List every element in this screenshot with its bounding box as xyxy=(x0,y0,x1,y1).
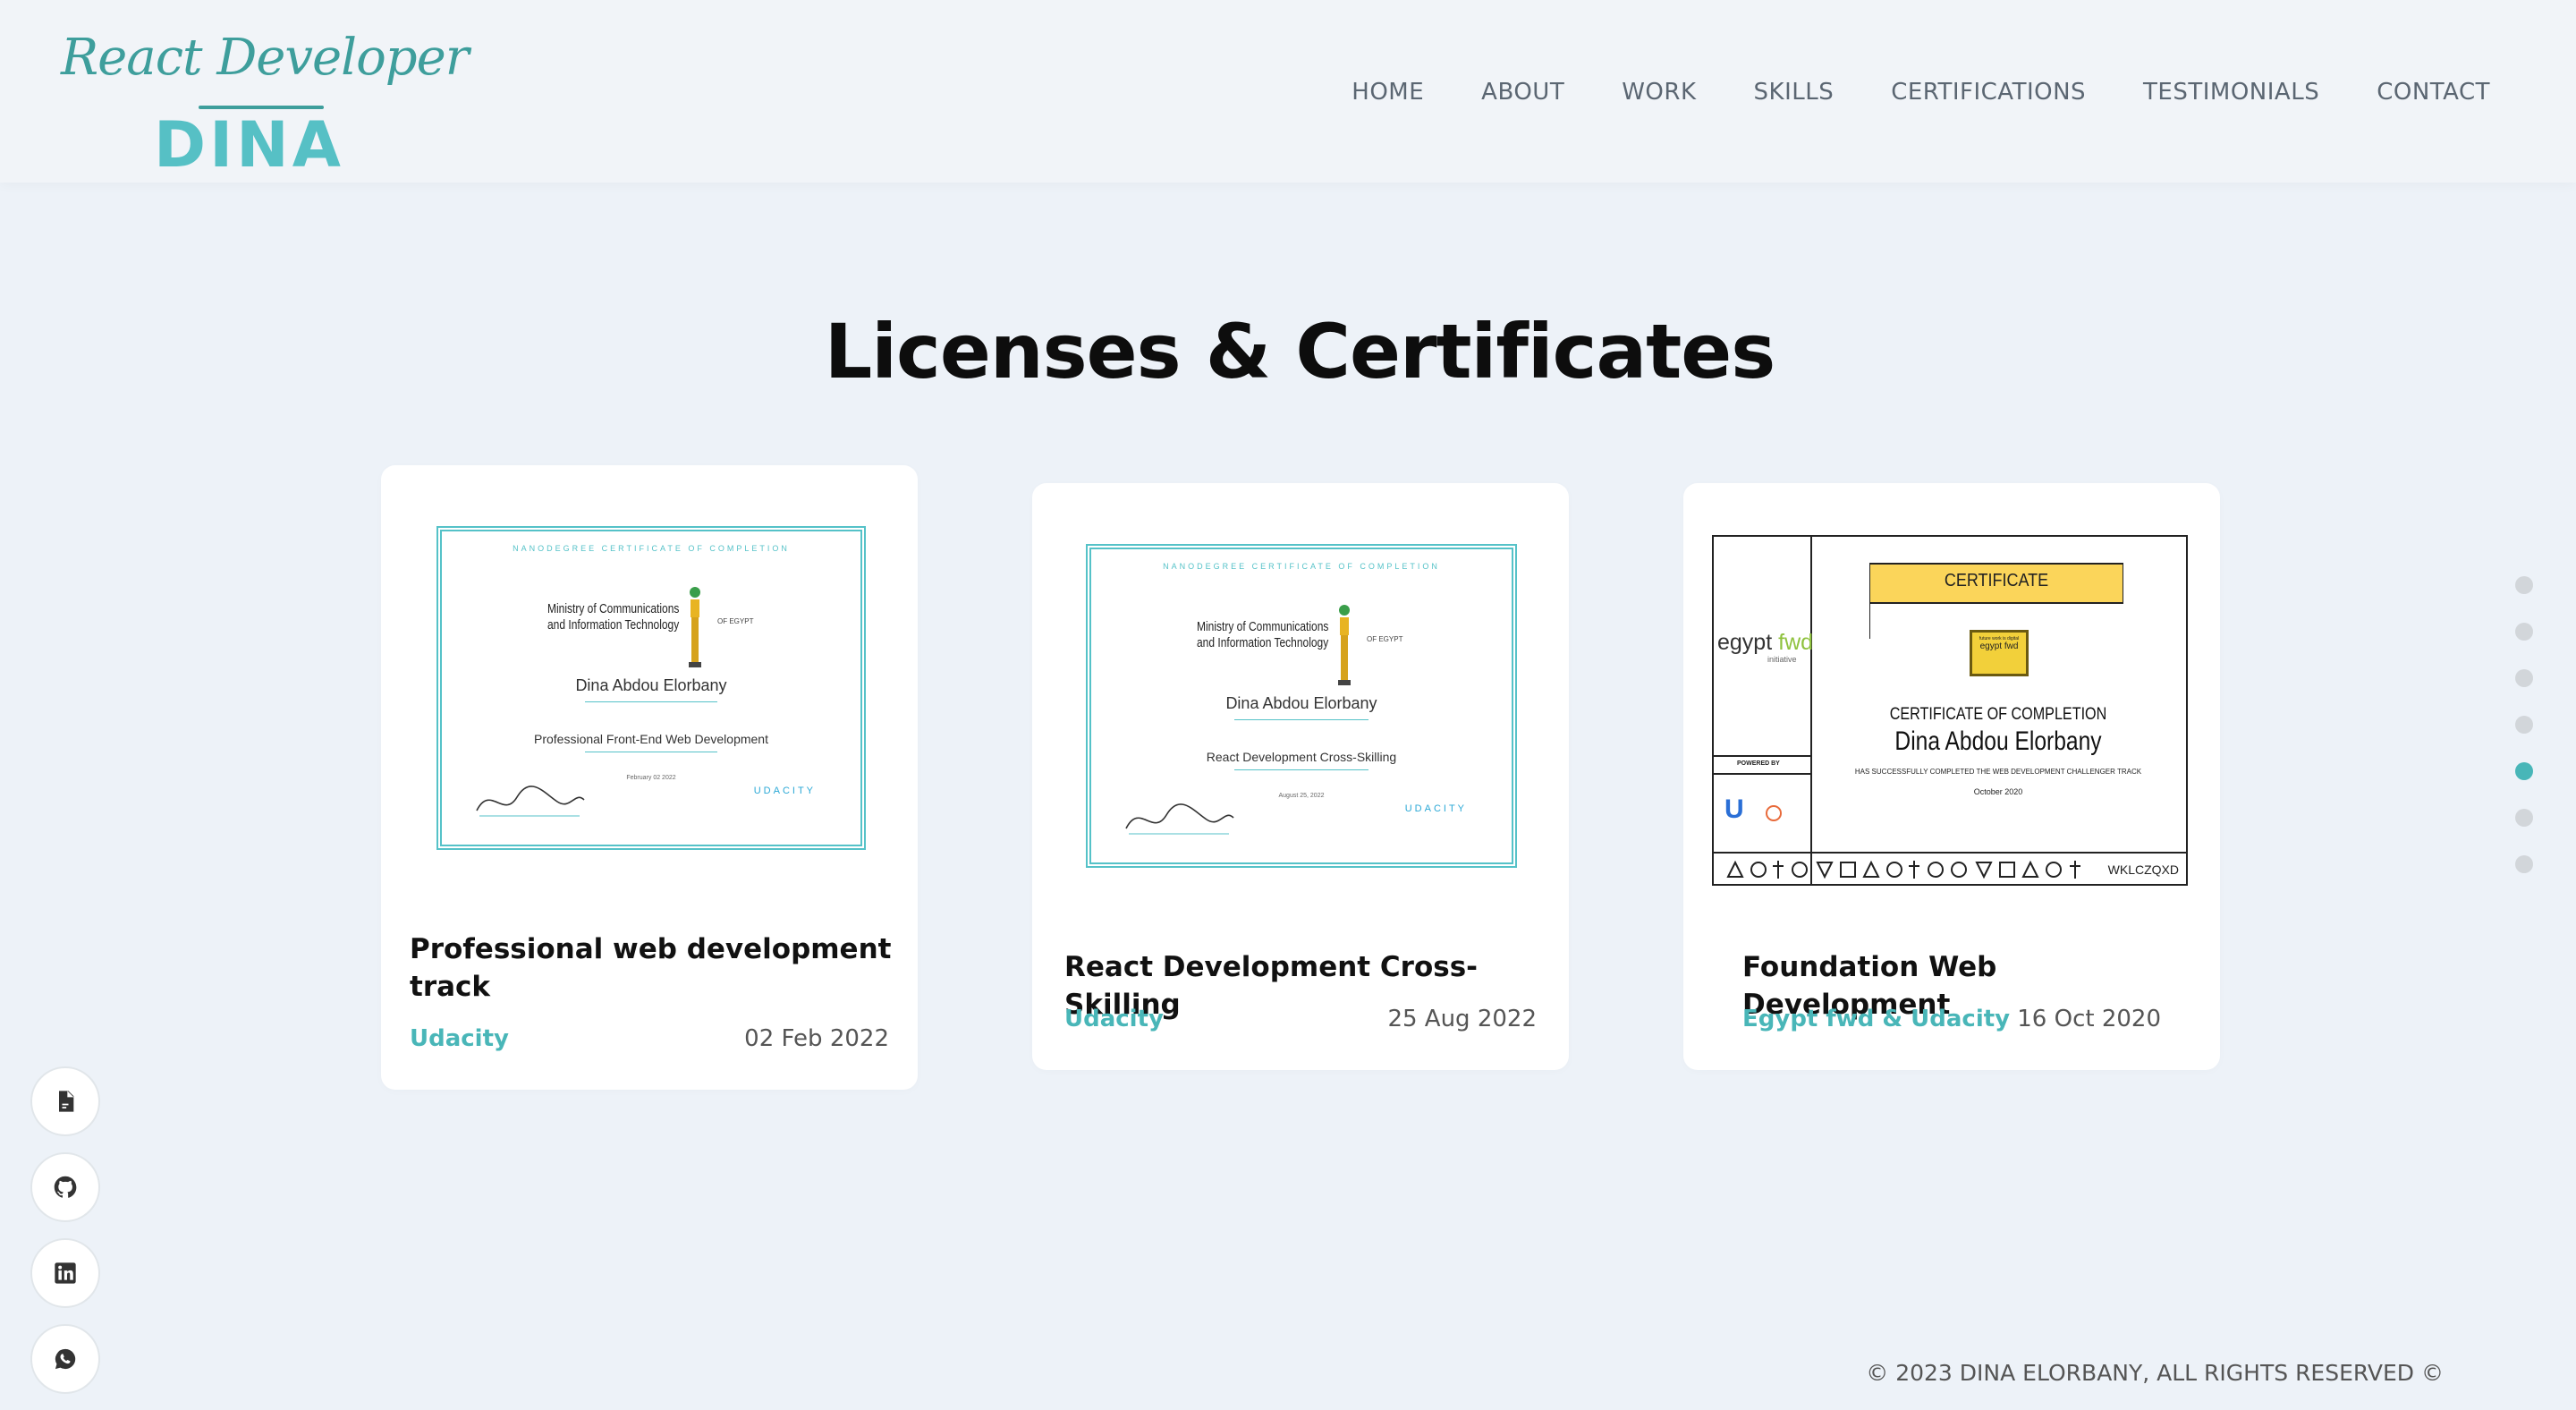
cert-completion: CERTIFICATE OF COMPLETION xyxy=(1889,705,2107,724)
section-dot-home[interactable] xyxy=(2515,576,2533,594)
certificate-card-3[interactable]: egypt fwd initiative POWERED BY U CERTIF… xyxy=(1683,483,2220,1070)
footer-copyright: © 2023 DINA ELORBANY, ALL RIGHTS RESERVE… xyxy=(1866,1360,2444,1386)
card-issuer[interactable]: Egypt fwd & Udacity xyxy=(1742,1006,2010,1032)
cert-hline xyxy=(1714,755,1810,757)
section-dot-certifications[interactable] xyxy=(2515,762,2533,780)
cert-course: React Development Cross-Skilling xyxy=(1206,750,1397,764)
badge-mid-text: egypt fwd xyxy=(1979,641,2019,651)
cert-date: October 2020 xyxy=(1973,787,2023,796)
signature-icon xyxy=(476,786,585,817)
resume-pdf-button[interactable] xyxy=(30,1066,100,1136)
cert-course: Professional Front-End Web Development xyxy=(534,732,768,746)
card-date: 16 Oct 2020 xyxy=(2017,1006,2161,1032)
cert-hline xyxy=(1714,773,1810,775)
udacity-u-icon: U xyxy=(1724,794,1744,824)
cert-description: HAS SUCCESSFULLY COMPLETED THE WEB DEVEL… xyxy=(1854,768,2142,776)
card-issuer[interactable]: Udacity xyxy=(1064,1006,1164,1032)
logo-script-text: React Developer xyxy=(61,29,470,87)
nav-certifications[interactable]: CERTIFICATIONS xyxy=(1891,79,2086,106)
itida-logo-icon xyxy=(1766,805,1782,821)
pharaoh-figure-icon xyxy=(1338,605,1351,685)
cert-header: NANODEGREE CERTIFICATE OF COMPLETION xyxy=(513,544,790,553)
certificate-content-1: NANODEGREE CERTIFICATE OF COMPLETION Min… xyxy=(442,531,860,845)
card-title: Professional web development track xyxy=(410,933,892,1003)
brand-egypt: egypt xyxy=(1717,630,1773,655)
nav-home[interactable]: HOME xyxy=(1352,79,1424,106)
nav-skills[interactable]: SKILLS xyxy=(1754,79,1835,106)
cert-symbols-row-icon xyxy=(1726,860,2080,879)
certificate-image-1[interactable]: NANODEGREE CERTIFICATE OF COMPLETION Min… xyxy=(436,526,866,850)
section-dot-testimonials[interactable] xyxy=(2515,809,2533,827)
udacity-logo: UDACITY xyxy=(1404,803,1467,814)
brand-fwd: fwd xyxy=(1778,630,1814,655)
linkedin-button[interactable] xyxy=(30,1238,100,1308)
page-title: Licenses & Certificates xyxy=(824,308,1776,395)
site-logo[interactable]: React Developer DINA xyxy=(61,29,470,179)
cert-of-egypt: OF EGYPT xyxy=(717,617,754,625)
linkedin-icon xyxy=(55,1262,76,1284)
pharaoh-figure-icon xyxy=(689,587,701,667)
certificate-content-2: NANODEGREE CERTIFICATE OF COMPLETION Min… xyxy=(1091,549,1512,862)
section-dot-work[interactable] xyxy=(2515,669,2533,687)
cert-hline xyxy=(1714,852,2186,854)
section-dot-contact[interactable] xyxy=(2515,855,2533,873)
logo-name-text: DINA xyxy=(154,108,344,182)
cert-ministry: Ministry of Communications and Informati… xyxy=(547,601,680,633)
certificate-image-2[interactable]: NANODEGREE CERTIFICATE OF COMPLETION Min… xyxy=(1086,544,1517,868)
egypt-fwd-logo: egypt fwd xyxy=(1717,630,1813,656)
github-button[interactable] xyxy=(30,1152,100,1222)
github-icon xyxy=(54,1176,77,1198)
cert-name-line xyxy=(1234,719,1368,720)
cert-name-line xyxy=(585,701,717,702)
cert-of-egypt: OF EGYPT xyxy=(1367,635,1403,643)
card-issuer[interactable]: Udacity xyxy=(410,1025,509,1052)
certificate-card-2[interactable]: NANODEGREE CERTIFICATE OF COMPLETION Min… xyxy=(1032,483,1569,1070)
section-dot-skills[interactable] xyxy=(2515,716,2533,734)
cert-recipient-name: Dina Abdou Elorbany xyxy=(1225,694,1377,712)
whatsapp-icon xyxy=(55,1348,76,1370)
section-dot-about[interactable] xyxy=(2515,623,2533,641)
ribbon-text: CERTIFICATE xyxy=(1944,571,2049,590)
main-nav: HOME ABOUT WORK SKILLS CERTIFICATIONS TE… xyxy=(1352,79,2490,106)
card-date: 02 Feb 2022 xyxy=(744,1025,889,1052)
pdf-file-icon xyxy=(59,1091,74,1112)
brand-initiative: initiative xyxy=(1767,655,1797,664)
cert-powered-by: POWERED BY xyxy=(1737,760,1780,767)
cert-code: WKLCZQXD xyxy=(2107,862,2179,877)
udacity-logo: UDACITY xyxy=(753,786,816,796)
cert-course-line xyxy=(1234,769,1368,770)
cert-recipient-name: Dina Abdou Elorbany xyxy=(1894,726,2102,756)
nav-testimonials[interactable]: TESTIMONIALS xyxy=(2143,79,2319,106)
section-dots-nav xyxy=(2515,576,2533,902)
certificate-card-1[interactable]: NANODEGREE CERTIFICATE OF COMPLETION Min… xyxy=(381,465,918,1090)
cert-divider xyxy=(1810,537,1812,886)
card-date: 25 Aug 2022 xyxy=(1387,1006,1537,1032)
nav-work[interactable]: WORK xyxy=(1622,79,1696,106)
site-header: React Developer DINA HOME ABOUT WORK SKI… xyxy=(0,0,2576,183)
certificate-content-3: egypt fwd initiative POWERED BY U CERTIF… xyxy=(1714,537,2186,886)
nav-about[interactable]: ABOUT xyxy=(1481,79,1564,106)
signature-icon xyxy=(1125,803,1234,835)
whatsapp-button[interactable] xyxy=(30,1324,100,1394)
certificate-image-3[interactable]: egypt fwd initiative POWERED BY U CERTIF… xyxy=(1712,535,2188,886)
nav-contact[interactable]: CONTACT xyxy=(2377,79,2490,106)
cert-header: NANODEGREE CERTIFICATE OF COMPLETION xyxy=(1163,562,1440,571)
cert-recipient-name: Dina Abdou Elorbany xyxy=(575,676,727,694)
egypt-fwd-badge-icon: future work is digital egypt fwd xyxy=(1970,630,2029,676)
cert-ministry: Ministry of Communications and Informati… xyxy=(1197,619,1329,650)
